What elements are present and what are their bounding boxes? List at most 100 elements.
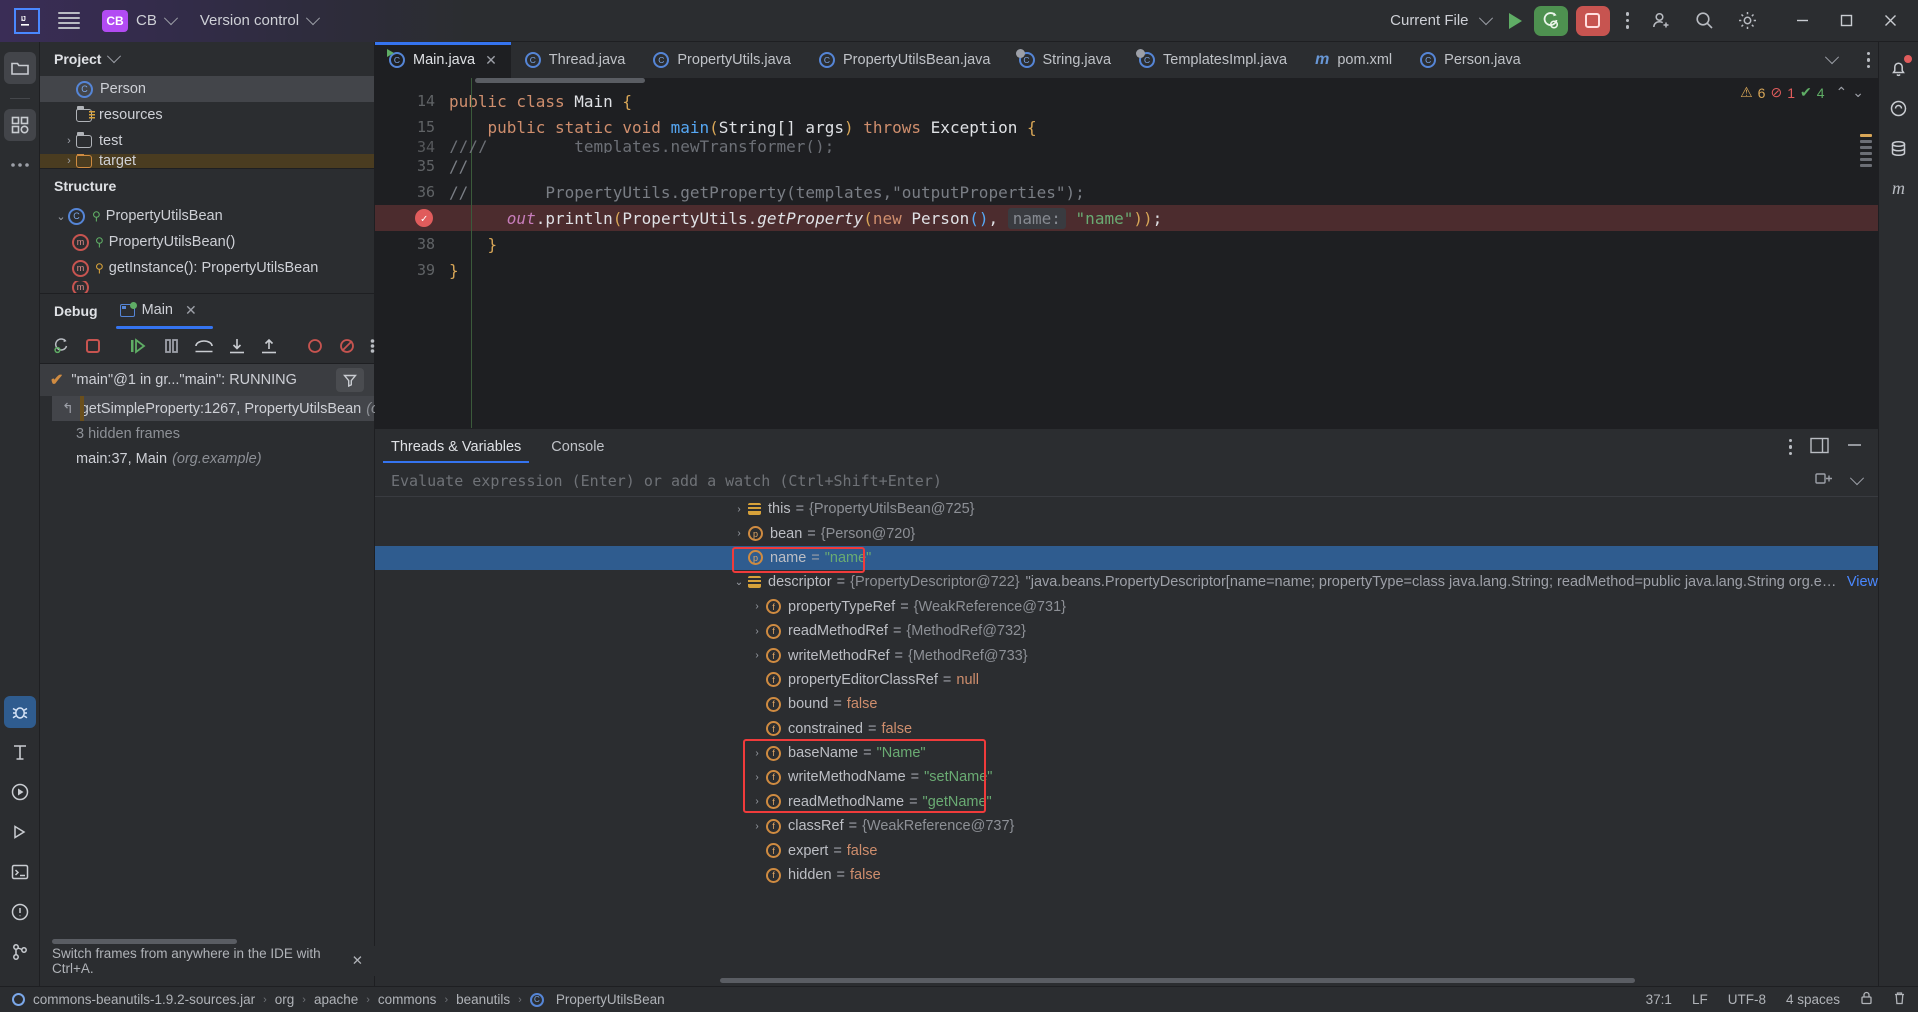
frame-row[interactable]: main:37, Main (org.example) xyxy=(40,446,374,471)
expand-arrow-icon[interactable]: › xyxy=(748,601,766,612)
variables-minimize-icon[interactable] xyxy=(1847,438,1862,456)
notifications-button[interactable] xyxy=(1883,52,1915,84)
tabs-overflow-chevron-down-icon[interactable] xyxy=(1824,50,1839,65)
chevron-down-icon[interactable]: ⌄ xyxy=(1852,84,1864,101)
variable-row-readmethodref[interactable]: › f readMethodRef = {MethodRef@732} xyxy=(375,619,1878,643)
breadcrumb-beanutils[interactable]: beanutils xyxy=(456,992,510,1007)
structure-item-constructor[interactable]: m ⚲ PropertyUtilsBean() xyxy=(40,229,374,255)
step-out-button[interactable] xyxy=(260,335,278,357)
tabs-more-vertical-icon[interactable] xyxy=(1866,51,1870,69)
code-line[interactable]: 14 public class Main { xyxy=(375,88,1878,114)
rail-project-button[interactable] xyxy=(3,52,36,84)
maximize-button[interactable] xyxy=(1824,0,1868,42)
editor-tab-propertyutils[interactable]: C PropertyUtils.java xyxy=(639,42,805,78)
variable-row-name[interactable]: p name = "name" xyxy=(375,545,1878,571)
tab-console[interactable]: Console xyxy=(551,431,604,463)
variable-row-descriptor[interactable]: ⌄ descriptor = {PropertyDescriptor@722} … xyxy=(375,570,1878,594)
editor-tab-string[interactable]: C String.java xyxy=(1005,42,1126,78)
editor-horizontal-scrollbar[interactable] xyxy=(475,78,645,83)
stop-button[interactable] xyxy=(1575,5,1610,36)
vcs-chevron-down-icon[interactable] xyxy=(306,10,321,26)
run-triangle-icon[interactable] xyxy=(1508,12,1522,29)
collapse-arrow-icon[interactable]: ⌄ xyxy=(54,210,68,223)
expand-arrow-icon[interactable]: › xyxy=(730,504,748,515)
project-item-target[interactable]: › target xyxy=(40,154,374,168)
breakpoint-gutter[interactable] xyxy=(375,209,449,227)
expand-arrow-icon[interactable]: › xyxy=(730,528,748,539)
code-line[interactable]: 39 } xyxy=(375,257,1878,283)
evaluate-expression-input[interactable]: Evaluate expression (Enter) or add a wat… xyxy=(391,472,942,490)
view-breakpoints-button[interactable] xyxy=(338,335,356,357)
project-item-resources[interactable]: resources xyxy=(40,102,374,128)
tip-close-icon[interactable]: ✕ xyxy=(352,953,363,969)
variable-row-hidden[interactable]: f hidden = false xyxy=(375,863,1878,887)
variables-more-vertical-icon[interactable] xyxy=(1788,438,1792,456)
rail-debug-button[interactable] xyxy=(3,696,36,728)
indent-setting[interactable]: 4 spaces xyxy=(1786,992,1840,1007)
variable-row-this[interactable]: › this = {PropertyUtilsBean@725} xyxy=(375,497,1878,521)
stop-button[interactable] xyxy=(84,335,102,357)
frames-horizontal-scrollbar[interactable] xyxy=(52,939,237,944)
code-line[interactable]: 36 // PropertyUtils.getProperty(template… xyxy=(375,179,1878,205)
layout-panel-icon[interactable] xyxy=(1810,437,1829,458)
rail-git-branch-icon[interactable] xyxy=(4,936,36,968)
run-config-chevron-down-icon[interactable] xyxy=(1478,10,1493,26)
rail-todo-button[interactable] xyxy=(4,736,36,768)
chevron-up-icon[interactable]: ⌃ xyxy=(1836,84,1848,101)
expand-arrow-icon[interactable]: › xyxy=(748,796,766,807)
frame-row[interactable]: ↰ getSimpleProperty:1267, PropertyUtilsB… xyxy=(52,396,392,421)
file-encoding[interactable]: UTF-8 xyxy=(1728,992,1766,1007)
variables-horizontal-scrollbar[interactable] xyxy=(720,978,1635,983)
resume-button[interactable] xyxy=(130,335,150,357)
run-configuration-selector[interactable]: Current File xyxy=(1390,12,1468,29)
close-button[interactable] xyxy=(1868,0,1912,42)
editor-tab-pom[interactable]: m pom.xml xyxy=(1301,42,1406,78)
structure-item-getinstance[interactable]: m ⚲ getInstance(): PropertyUtilsBean xyxy=(40,255,374,281)
breadcrumb-apache[interactable]: apache xyxy=(314,992,358,1007)
collapse-arrow-icon[interactable]: ⌄ xyxy=(730,577,748,588)
step-over-button[interactable] xyxy=(194,335,214,357)
variable-row-propertyeditorclassref[interactable]: f propertyEditorClassRef = null xyxy=(375,668,1878,692)
step-into-button[interactable] xyxy=(228,335,246,357)
code-editor[interactable]: ⚠ 6 ⊘ 1 ✔ 4 ⌃ ⌄ 14 public class Main {1… xyxy=(375,78,1878,428)
view-link[interactable]: View xyxy=(1847,574,1878,590)
version-control-label[interactable]: Version control xyxy=(200,12,299,29)
expand-arrow-icon[interactable]: › xyxy=(748,626,766,637)
expand-arrow-icon[interactable]: › xyxy=(748,748,766,759)
project-item-test[interactable]: › test xyxy=(40,128,374,154)
expand-arrow-icon[interactable]: › xyxy=(62,135,76,147)
line-separator[interactable]: LF xyxy=(1692,992,1708,1007)
more-vertical-icon[interactable] xyxy=(1625,12,1629,29)
debug-tab-main[interactable]: Main ✕ xyxy=(115,301,213,329)
rail-terminal-button[interactable] xyxy=(4,856,36,888)
add-watch-icon[interactable] xyxy=(1815,471,1834,490)
editor-tab-person[interactable]: C Person.java xyxy=(1406,42,1526,78)
evaluate-chevron-down-icon[interactable] xyxy=(1849,470,1865,485)
caret-position[interactable]: 37:1 xyxy=(1646,992,1672,1007)
rail-problems-button[interactable] xyxy=(4,896,36,928)
variable-row-writemethodref[interactable]: › f writeMethodRef = {MethodRef@733} xyxy=(375,643,1878,667)
lock-icon[interactable] xyxy=(1860,991,1873,1008)
status-jar-label[interactable]: commons-beanutils-1.9.2-sources.jar xyxy=(33,992,255,1007)
expand-arrow-icon[interactable]: › xyxy=(748,650,766,661)
mute-breakpoints-button[interactable] xyxy=(306,335,324,357)
code-line[interactable]: 15 public static void main(String[] args… xyxy=(375,114,1878,140)
variable-row-expert[interactable]: f expert = false xyxy=(375,838,1878,862)
code-line-breakpoint[interactable]: out.println(PropertyUtils.getProperty(ne… xyxy=(375,205,1878,231)
variable-row-writemethodname[interactable]: › f writeMethodName = "setName" xyxy=(375,765,1878,789)
variable-row-constrained[interactable]: f constrained = false xyxy=(375,717,1878,741)
editor-tab-propertyutilsbean[interactable]: C PropertyUtilsBean.java xyxy=(805,42,1005,78)
project-chevron-down-icon[interactable] xyxy=(163,10,178,26)
structure-item-propertyutilsbean[interactable]: ⌄ C ⚲ PropertyUtilsBean xyxy=(40,203,374,229)
maven-button[interactable]: m xyxy=(1883,172,1915,204)
rail-services-button[interactable] xyxy=(4,816,36,848)
rail-more-button[interactable] xyxy=(4,149,36,181)
variable-row-propertytyperef[interactable]: › f propertyTypeRef = {WeakReference@731… xyxy=(375,595,1878,619)
breadcrumb-org[interactable]: org xyxy=(275,992,295,1007)
project-name[interactable]: CB xyxy=(136,12,157,29)
code-line[interactable]: 35 // xyxy=(375,153,1878,179)
code-line-clipped[interactable]: 34 //// templates.newTransformer(); xyxy=(375,140,1878,153)
minimize-button[interactable] xyxy=(1780,0,1824,42)
search-icon[interactable] xyxy=(1694,10,1715,31)
variable-row-bean[interactable]: › p bean = {Person@720} xyxy=(375,521,1878,545)
